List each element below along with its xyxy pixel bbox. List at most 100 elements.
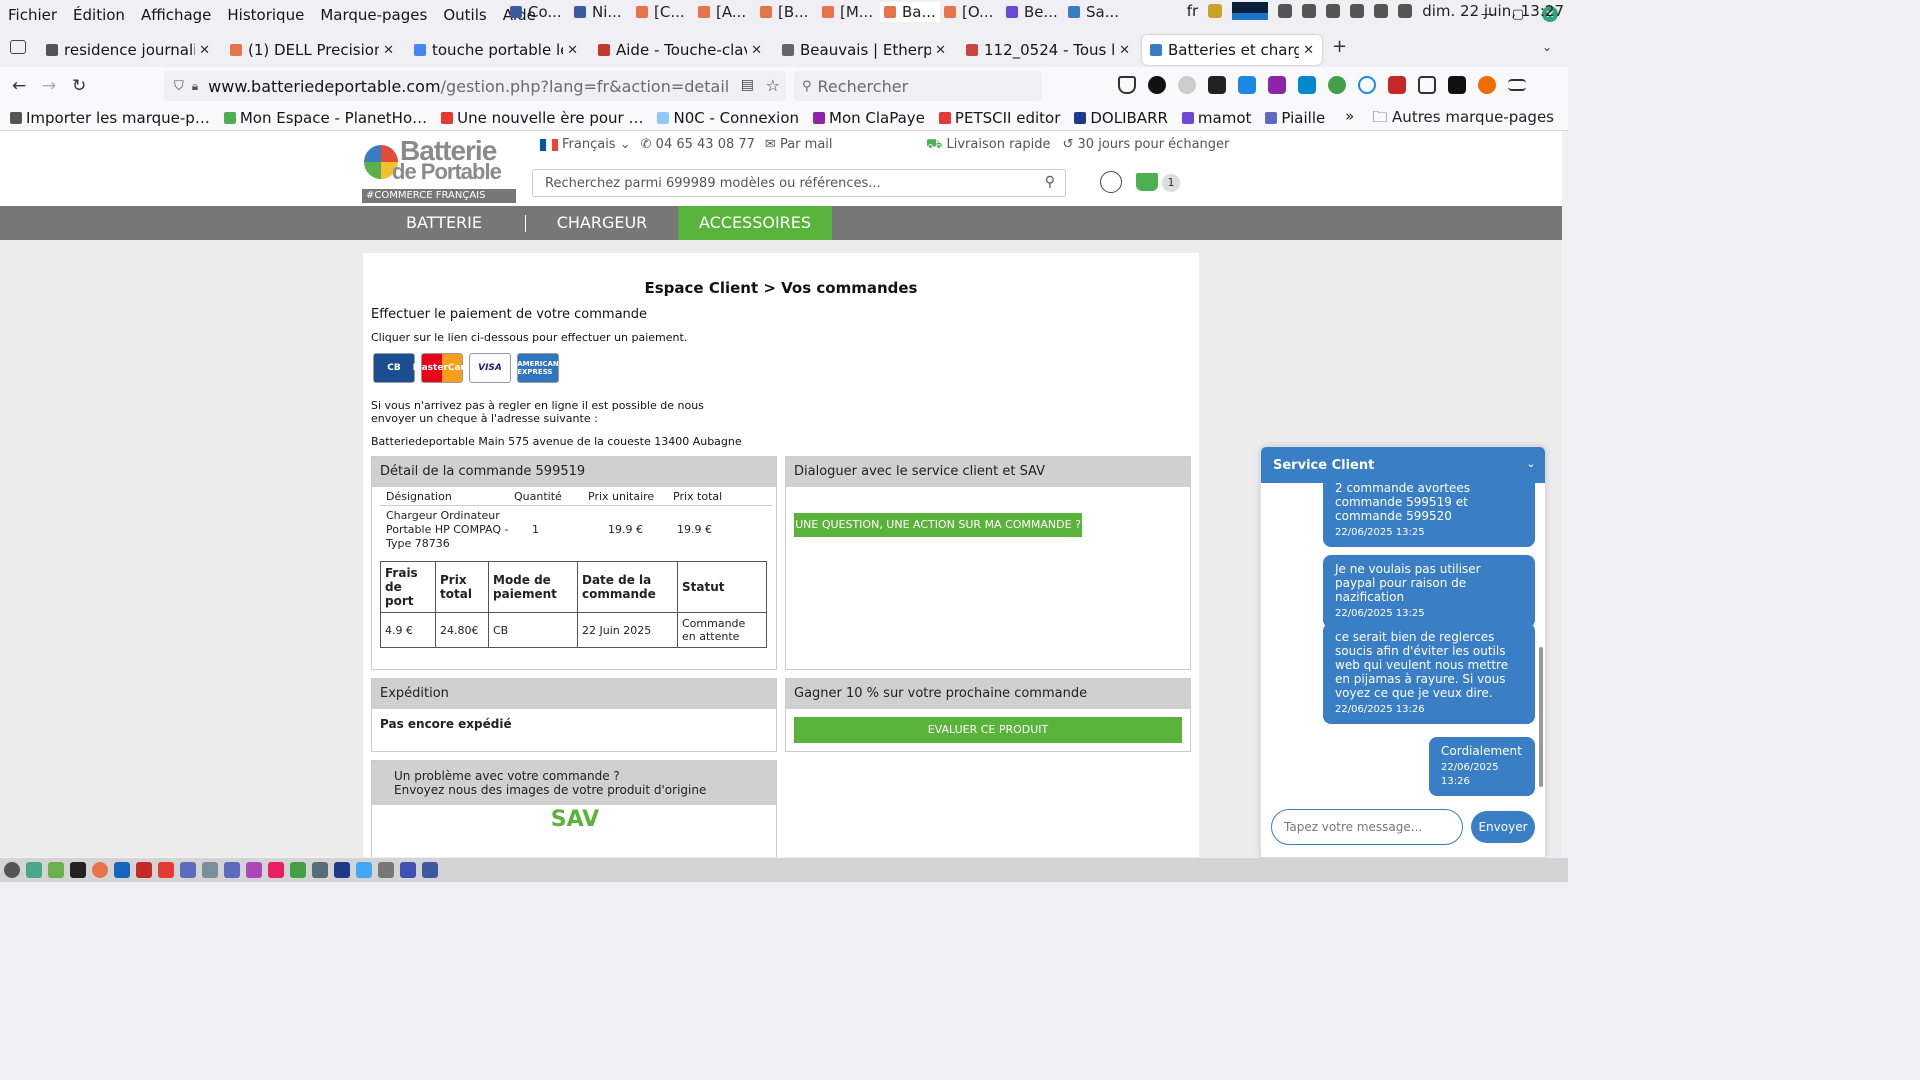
site-search-input[interactable]: Recherchez parmi 699989 modèles ou référ… [532, 169, 1066, 197]
shield-icon[interactable]: ⛉ [174, 79, 184, 94]
tab-close-icon[interactable]: ✕ [383, 43, 394, 58]
task-item-active[interactable]: Ba... [880, 2, 940, 22]
extension-n-icon[interactable] [1298, 76, 1316, 94]
menu-outils[interactable]: Outils [443, 6, 486, 24]
language-selector[interactable]: Français ⌄ [540, 137, 631, 152]
tab-close-icon[interactable]: ✕ [751, 43, 762, 58]
new-tab-icon[interactable]: + [1332, 36, 1347, 57]
settings-icon[interactable] [202, 862, 218, 878]
chat-send-button[interactable]: Envoyer [1471, 811, 1535, 843]
battery-icon[interactable] [1326, 4, 1341, 18]
bookmark-star-icon[interactable]: ☆ [766, 76, 780, 95]
task-item[interactable]: [B... [760, 2, 808, 22]
spreadsheet-icon[interactable] [290, 862, 306, 878]
keyboard-layout[interactable]: fr [1187, 2, 1198, 20]
chevron-right-icon[interactable]: » [1345, 107, 1354, 132]
bookmark-item[interactable]: Mon Espace - PlanetHo… [223, 109, 427, 127]
url-text[interactable]: www.batteriedeportable.com/gestion.php?l… [208, 77, 728, 96]
extension-save-icon[interactable] [1238, 76, 1256, 94]
app-red-icon[interactable] [136, 862, 152, 878]
basket-icon[interactable] [1136, 173, 1158, 191]
nav-chargeur[interactable]: CHARGEUR [526, 206, 678, 240]
mail-icon[interactable] [180, 862, 196, 878]
extension-green-icon[interactable] [1328, 76, 1346, 94]
task-item[interactable]: [A... [698, 2, 746, 22]
bookmark-item[interactable]: PETSCII editor [938, 109, 1060, 127]
ublock-icon[interactable] [1388, 76, 1406, 94]
lock-icon[interactable]: 🔒︎ [192, 79, 198, 94]
forward-icon[interactable]: → [42, 76, 56, 96]
tab-112-0524[interactable]: 112_0524 - Tous les ✕ [958, 35, 1138, 65]
extension-dark-icon[interactable] [1148, 76, 1166, 94]
clock[interactable]: dim. 22 juin, 13:27 [1422, 2, 1564, 20]
extension-blue-ring-icon[interactable] [1358, 76, 1376, 94]
task-item[interactable]: [M... [822, 2, 873, 22]
tab-close-icon[interactable]: ✕ [199, 43, 210, 58]
bookmark-item[interactable]: Piaille [1265, 109, 1325, 127]
chat-scrollbar[interactable] [1539, 647, 1543, 787]
chevron-down-icon[interactable]: ⌄ [1542, 40, 1552, 54]
menu-historique[interactable]: Historique [227, 6, 304, 24]
bookmark-item[interactable]: Mon ClaPaye [813, 109, 925, 127]
task-item[interactable]: Sa... [1068, 2, 1119, 22]
chat-message-input[interactable]: Tapez votre message... [1271, 809, 1463, 845]
app-menu-icon[interactable] [1508, 79, 1526, 91]
gimp-icon[interactable] [246, 862, 262, 878]
browser-search-input[interactable]: ⚲ Rechercher [794, 71, 1042, 101]
menu-edition[interactable]: Édition [73, 6, 125, 24]
extension-purple-icon[interactable] [1268, 76, 1286, 94]
reader-view-icon[interactable]: ▤ [741, 77, 754, 93]
search-icon[interactable]: ⚲ [1045, 174, 1055, 190]
app-star-icon[interactable] [422, 862, 438, 878]
tab-close-icon[interactable]: ✕ [935, 43, 946, 58]
tab-close-icon[interactable]: ✕ [1303, 43, 1314, 58]
tab-beauvais[interactable]: Beauvais | Etherpad ✕ [774, 35, 954, 65]
terminal-icon[interactable] [70, 862, 86, 878]
task-item[interactable]: [C... [636, 2, 685, 22]
wifi-icon[interactable] [1374, 4, 1389, 18]
tab-residence[interactable]: residence journalist ✕ [38, 35, 218, 65]
firefox-icon[interactable] [92, 862, 108, 878]
file-manager-icon[interactable] [48, 862, 64, 878]
bookmark-item[interactable]: mamot [1181, 109, 1251, 127]
volume-icon[interactable] [1398, 4, 1413, 18]
app-navy-icon[interactable] [334, 862, 350, 878]
app-gear-icon[interactable] [378, 862, 394, 878]
task-item[interactable]: [O... [944, 2, 993, 22]
shield-tray-icon[interactable] [1350, 4, 1365, 18]
notes-icon[interactable] [1208, 4, 1223, 18]
tab-aide-touche[interactable]: Aide - Touche-clavie ✕ [590, 35, 770, 65]
back-icon[interactable]: ← [12, 76, 26, 96]
clipboard-icon[interactable] [1302, 4, 1317, 18]
phone-link[interactable]: ✆ 04 65 43 08 77 [641, 137, 755, 152]
document-icon[interactable] [224, 862, 240, 878]
task-item[interactable]: Ni... [574, 2, 622, 22]
tab-close-icon[interactable]: ✕ [567, 43, 578, 58]
visa-icon[interactable]: VISA [469, 353, 511, 383]
tab-batteries-active[interactable]: Batteries et chargeu ✕ [1142, 35, 1322, 65]
tab-dell[interactable]: (1) DELL Precision 3 ✕ [222, 35, 402, 65]
reload-icon[interactable]: ↻ [72, 76, 86, 96]
menu-fichier[interactable]: Fichier [8, 6, 57, 24]
extensions-puzzle-icon[interactable] [1418, 76, 1436, 94]
amex-icon[interactable]: AMERICAN EXPRESS [517, 353, 559, 383]
bookmark-item[interactable]: DOLIBARR [1074, 109, 1168, 127]
app-pin-icon[interactable] [400, 862, 416, 878]
task-item[interactable]: Be... [1006, 2, 1058, 22]
menu-affichage[interactable]: Affichage [141, 6, 211, 24]
other-bookmarks[interactable]: 🗀︎ Autres marque-pages [1372, 107, 1554, 132]
user-account-icon[interactable] [1100, 171, 1122, 193]
bluetooth-icon[interactable] [1278, 4, 1293, 18]
editor-icon[interactable] [114, 862, 130, 878]
sav-title[interactable]: SAV [372, 807, 778, 832]
evaluate-button[interactable]: EVALUER CE PRODUIT [794, 717, 1182, 743]
cpu-graph[interactable] [1232, 2, 1269, 20]
chevron-down-icon[interactable]: ⌄ [1527, 459, 1535, 470]
desktop-icon[interactable] [26, 862, 42, 878]
mail-link[interactable]: ✉ Par mail [765, 137, 833, 152]
extension-d-icon[interactable] [1208, 76, 1226, 94]
app-blue-icon[interactable] [356, 862, 372, 878]
url-bar[interactable]: ⛉ 🔒︎ www.batteriedeportable.com/gestion.… [164, 71, 786, 101]
nav-batterie[interactable]: BATTERIE [362, 206, 526, 240]
tab-touche-portable[interactable]: touche portable len ✕ [406, 35, 586, 65]
